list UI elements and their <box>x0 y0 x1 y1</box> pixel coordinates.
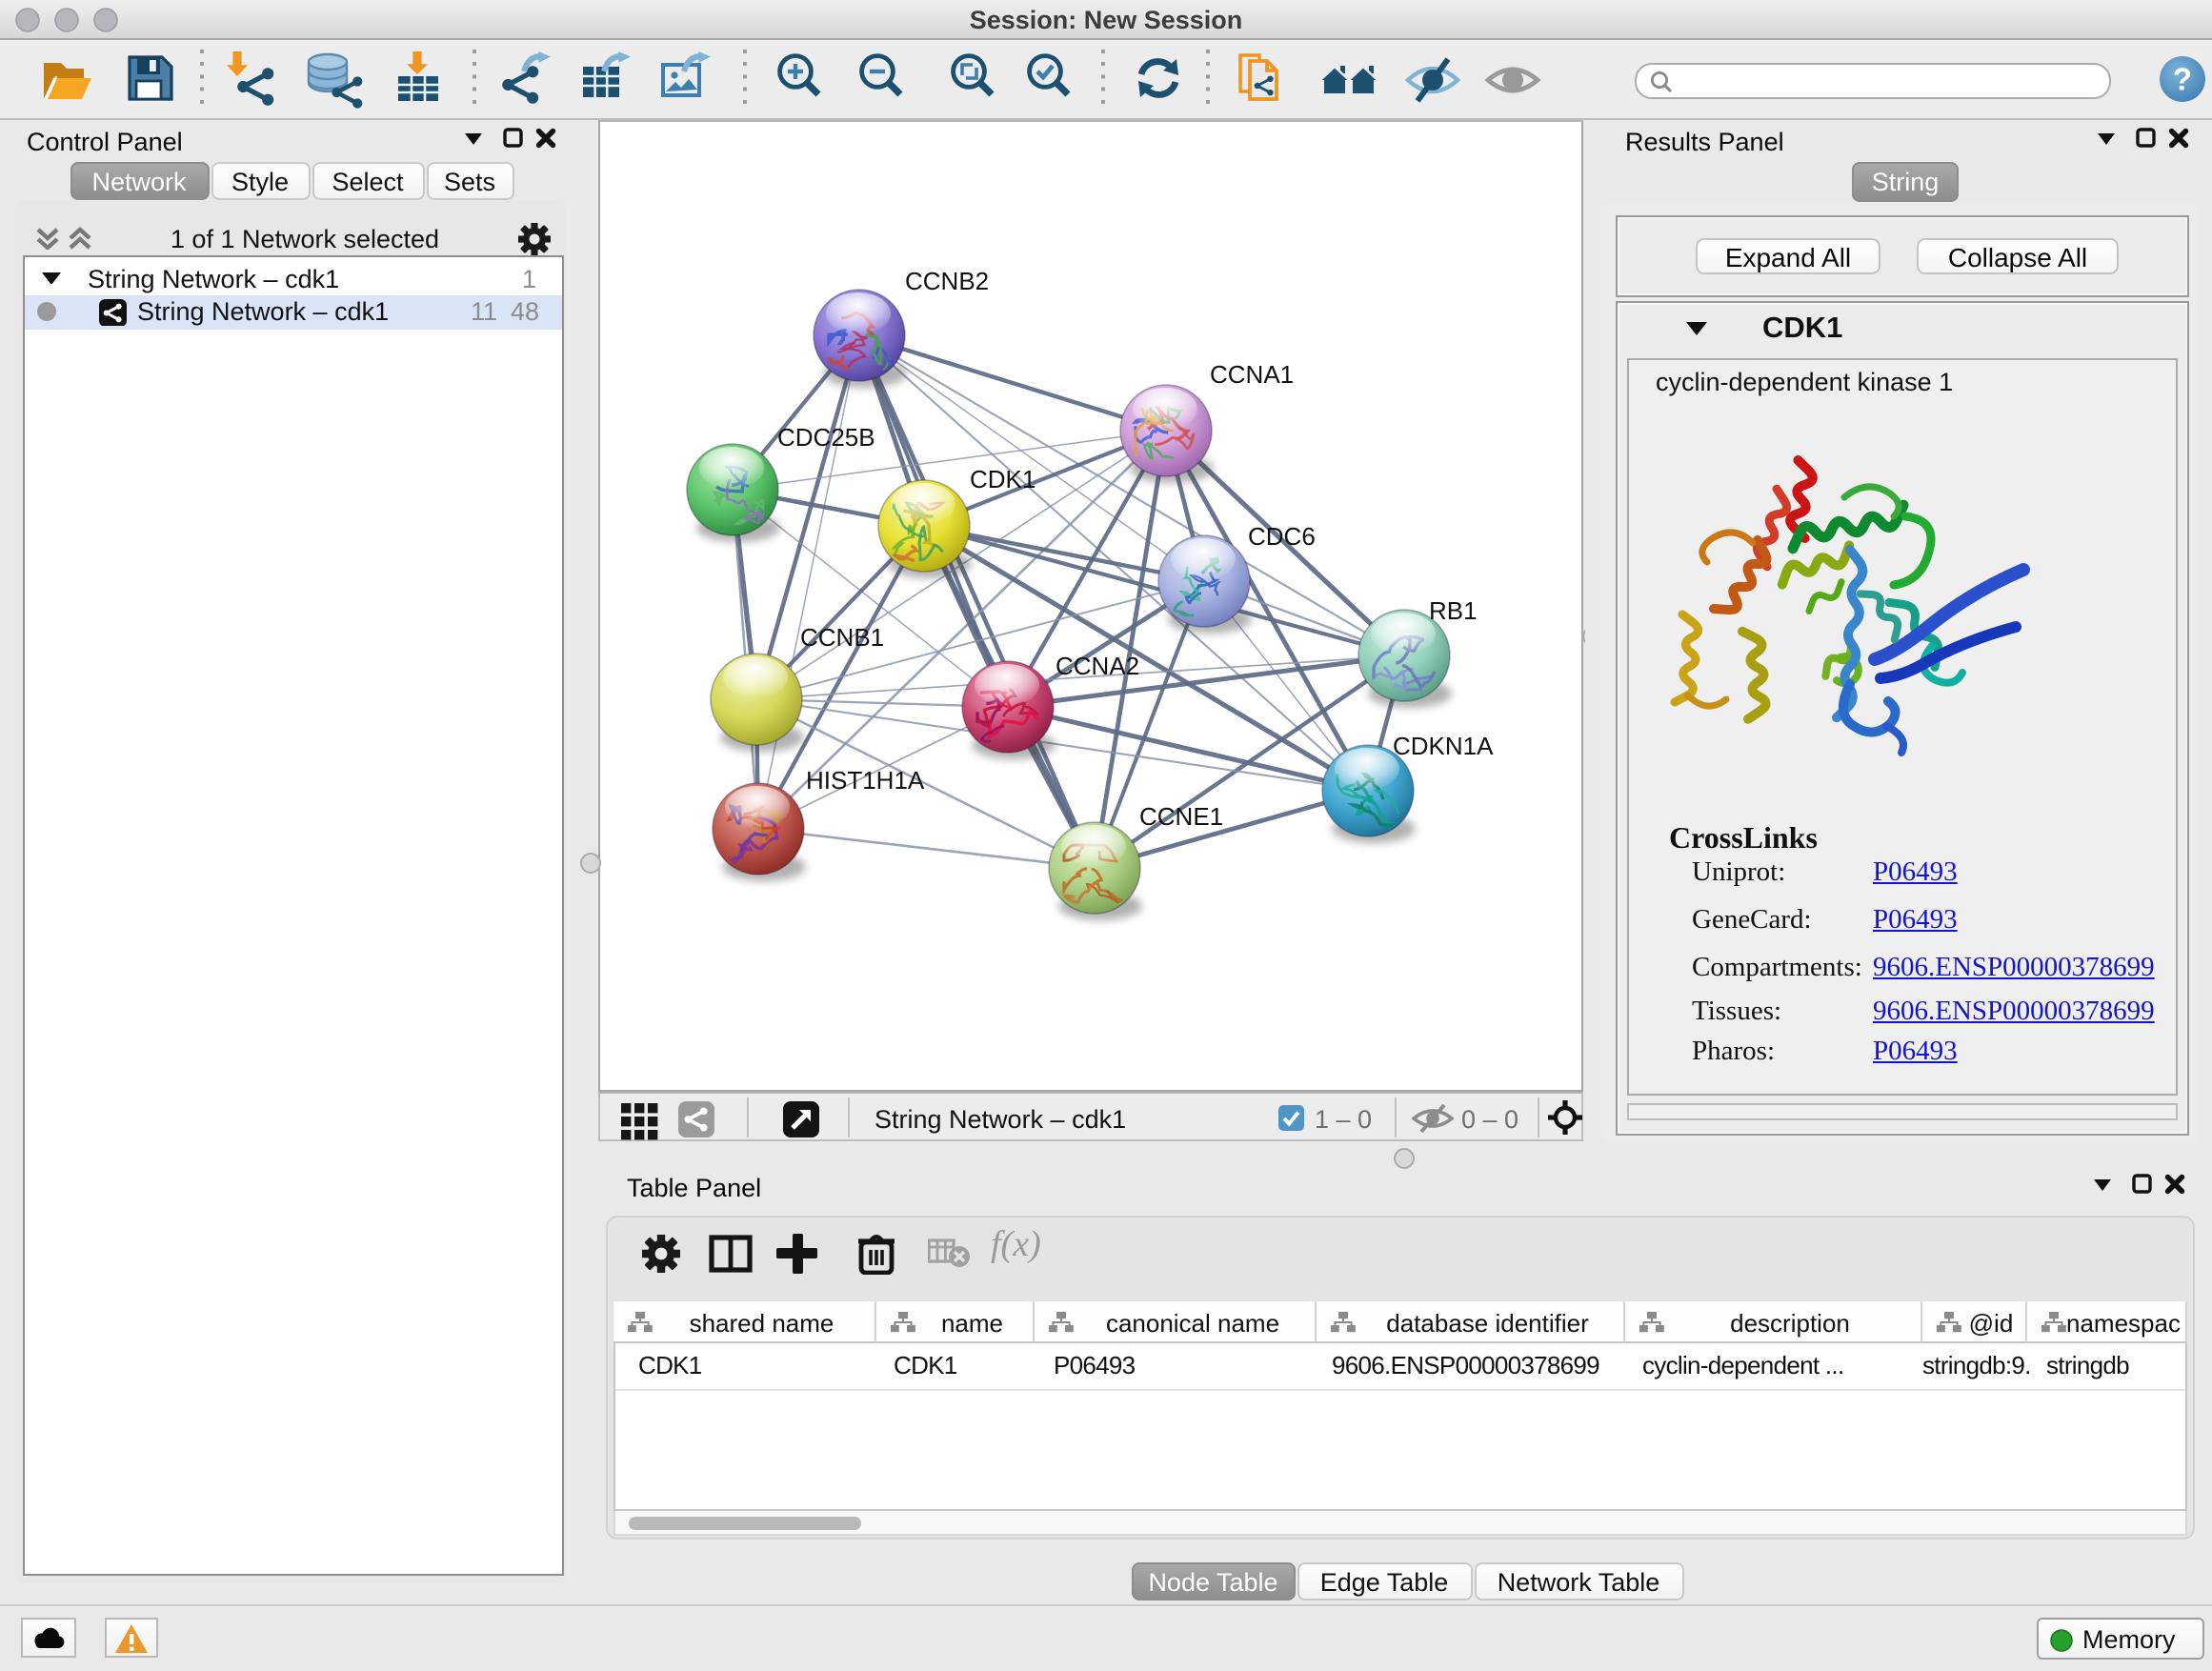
svg-text:CCNA2: CCNA2 <box>1056 652 1139 680</box>
svg-text:CDC25B: CDC25B <box>777 423 875 452</box>
svg-text:CDKN1A: CDKN1A <box>1393 732 1494 760</box>
svg-text:RB1: RB1 <box>1429 596 1478 625</box>
svg-text:CDC6: CDC6 <box>1248 522 1316 551</box>
svg-text:CCNA1: CCNA1 <box>1210 360 1294 389</box>
svg-text:CDK1: CDK1 <box>970 465 1036 493</box>
svg-text:CCNB2: CCNB2 <box>905 267 989 295</box>
svg-text:?: ? <box>2173 61 2192 96</box>
svg-text:CCNE1: CCNE1 <box>1139 802 1223 831</box>
svg-text:HIST1H1A: HIST1H1A <box>806 766 925 795</box>
svg-text:CCNB1: CCNB1 <box>800 623 884 652</box>
